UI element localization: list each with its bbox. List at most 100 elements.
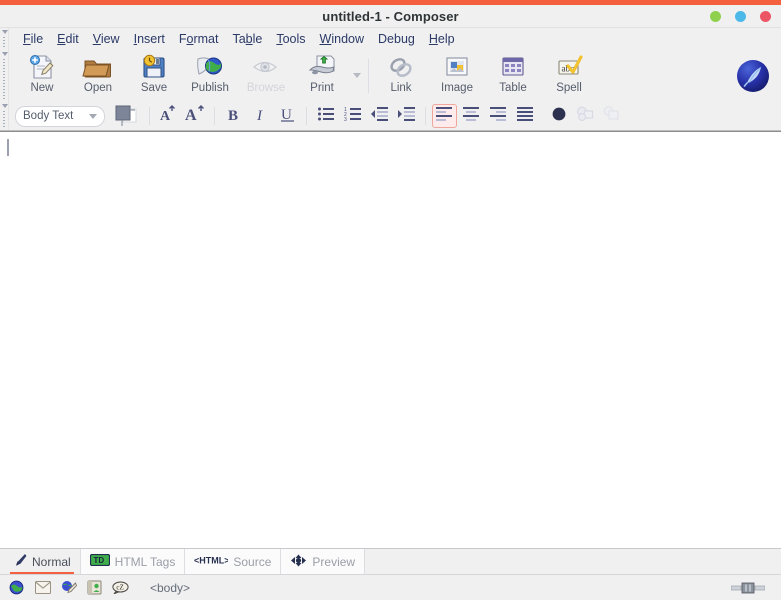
menu-item-help[interactable]: Help — [422, 30, 462, 48]
save-button[interactable]: Save — [126, 50, 182, 100]
font-bigger-icon: A — [159, 104, 179, 128]
shapes-group-icon — [576, 105, 595, 127]
svg-text:A: A — [185, 107, 197, 123]
format-separator — [306, 107, 307, 125]
underline-button[interactable]: U — [275, 104, 300, 128]
decrease-font-size-button[interactable]: A — [183, 104, 208, 128]
pen-icon — [13, 553, 27, 570]
align-left-icon — [436, 106, 453, 127]
open-button[interactable]: Open — [70, 50, 126, 100]
group-shapes-button[interactable] — [573, 104, 598, 128]
resize-grip-icon[interactable] — [730, 581, 766, 595]
menu-item-insert[interactable]: Insert — [127, 30, 172, 48]
view-tab-preview[interactable]: Preview — [281, 549, 366, 574]
menu-item-table[interactable]: Table — [225, 30, 269, 48]
align-justify-icon — [517, 106, 534, 127]
view-tab-normal[interactable]: Normal — [4, 549, 81, 574]
table-button[interactable]: Table — [485, 50, 541, 100]
outdent-icon — [370, 106, 389, 127]
paragraph-style-select[interactable]: Body Text — [15, 105, 105, 127]
svg-text:3: 3 — [344, 116, 347, 121]
navigator-globe-icon[interactable] — [8, 579, 25, 596]
menu-item-format[interactable]: Format — [172, 30, 226, 48]
color-circle-icon — [551, 106, 567, 127]
main-toolbar-row: New Open Save Publish Browse Print Link … — [0, 50, 781, 102]
toolbar-overflow-chevron-down-icon[interactable] — [350, 50, 364, 100]
align-center-icon — [463, 106, 480, 127]
align-justify-button[interactable] — [513, 104, 538, 128]
link-chain-icon — [385, 53, 417, 81]
svg-text:I: I — [256, 108, 263, 123]
element-path-label: <body> — [150, 580, 191, 595]
publish-button[interactable]: Publish — [182, 50, 238, 100]
align-right-button[interactable] — [486, 104, 511, 128]
image-button[interactable]: Image — [429, 50, 485, 100]
new-button[interactable]: New — [14, 50, 70, 100]
menu-item-edit[interactable]: Edit — [50, 30, 86, 48]
address-book-icon[interactable] — [86, 579, 103, 596]
format-button-group-font: AA — [156, 104, 208, 128]
bold-icon: B — [226, 105, 242, 128]
numbered-list-icon: 1 2 3 — [344, 106, 362, 127]
composer-icon[interactable] — [60, 579, 77, 596]
format-button-group-misc — [546, 104, 625, 128]
print-button[interactable]: Print — [294, 50, 350, 100]
link-button[interactable]: Link — [373, 50, 429, 100]
menu-item-window[interactable]: Window — [313, 30, 371, 48]
spell-check-icon: abc — [553, 53, 585, 81]
publish-globe-icon — [194, 53, 226, 81]
minimize-button[interactable] — [710, 11, 721, 22]
save-disk-icon — [138, 53, 170, 81]
table-grid-icon — [497, 53, 529, 81]
format-separator — [214, 107, 215, 125]
document-editor[interactable] — [0, 131, 781, 548]
close-button[interactable] — [760, 11, 771, 22]
text-color-swatch[interactable] — [113, 104, 139, 128]
align-left-button[interactable] — [432, 104, 457, 128]
view-tab-source[interactable]: <HTML> Source — [185, 549, 282, 574]
bold-button[interactable]: B — [221, 104, 246, 128]
menu-item-file[interactable]: File — [16, 30, 50, 48]
image-picture-icon — [441, 53, 473, 81]
open-folder-icon — [82, 53, 114, 81]
spell-button[interactable]: abc Spell — [541, 50, 597, 100]
view-tab-label: Preview — [312, 554, 356, 569]
td-tag-icon: TD — [89, 553, 110, 569]
toolbar-button-label: Table — [499, 82, 527, 94]
main-toolbar-grippy[interactable] — [0, 50, 9, 102]
indent-button[interactable] — [394, 104, 419, 128]
svg-text:A: A — [160, 109, 171, 123]
document-content — [0, 132, 781, 139]
maximize-button[interactable] — [735, 11, 746, 22]
toolbar-button-label: Link — [390, 82, 412, 94]
menu-item-view[interactable]: View — [86, 30, 127, 48]
window-controls — [710, 5, 771, 28]
font-smaller-icon: A — [185, 104, 207, 128]
shapes-plain-icon — [603, 105, 622, 127]
chatzilla-icon[interactable]: cZ — [112, 579, 129, 596]
mail-envelope-icon[interactable] — [34, 579, 51, 596]
align-right-icon — [490, 106, 507, 127]
increase-font-size-button[interactable]: A — [156, 104, 181, 128]
bullet-list-button[interactable] — [313, 104, 338, 128]
menu-bar-grippy[interactable] — [0, 28, 9, 50]
ungroup-shapes-button[interactable] — [600, 104, 625, 128]
svg-text:TD: TD — [93, 556, 104, 565]
toolbar-button-label: Save — [140, 82, 168, 94]
numbered-list-button[interactable]: 1 2 3 — [340, 104, 365, 128]
text-color-button[interactable] — [546, 104, 571, 128]
menu-item-debug[interactable]: Debug — [371, 30, 422, 48]
status-bar: cZ <body> — [0, 574, 781, 600]
outdent-button[interactable] — [367, 104, 392, 128]
toolbar-button-label: Image — [441, 82, 473, 94]
view-tab-html-tags[interactable]: TD HTML Tags — [80, 549, 186, 574]
italic-button[interactable]: I — [248, 104, 273, 128]
align-center-button[interactable] — [459, 104, 484, 128]
menu-bar-row: File Edit View Insert Format Table Tools Window… — [0, 28, 781, 50]
format-toolbar-grippy[interactable] — [0, 102, 9, 130]
view-tab-label: Source — [233, 554, 272, 569]
toolbar-button-label: Print — [310, 82, 334, 94]
view-tab-label: HTML Tags — [114, 554, 176, 569]
browse-button: Browse — [238, 50, 294, 100]
menu-item-tools[interactable]: Tools — [269, 30, 312, 48]
